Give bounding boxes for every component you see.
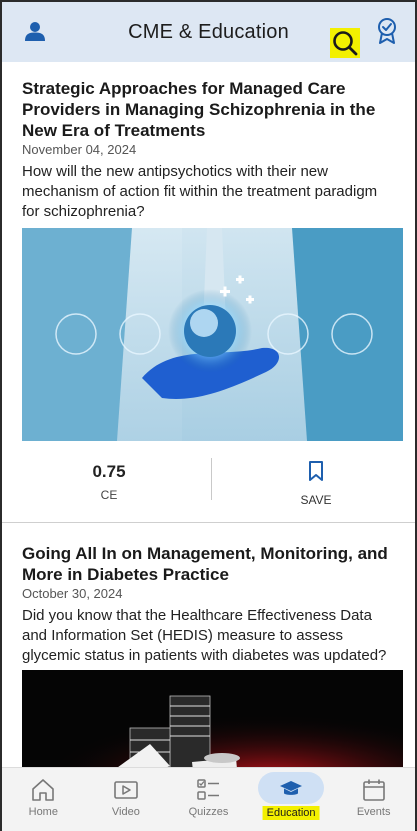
nav-label: Home [28, 806, 58, 818]
ce-credit-value: 0.75 [92, 462, 126, 481]
search-icon [333, 31, 358, 56]
article-image[interactable] [22, 228, 403, 441]
nav-item-quizzes[interactable]: Quizzes [168, 768, 248, 831]
article-description: Did you know that the Healthcare Effecti… [22, 607, 387, 664]
article-date: November 04, 2024 [22, 142, 137, 157]
calendar-icon [362, 779, 385, 801]
nav-label: Education [262, 806, 320, 820]
nav-label: Video [111, 806, 140, 818]
nav-item-home[interactable]: Home [3, 768, 83, 831]
article-card[interactable]: Going All In on Management, Monitoring, … [2, 543, 415, 666]
app-screen: CME & Education Strategic Approaches for… [0, 0, 417, 831]
article-title[interactable]: Strategic Approaches for Managed Care Pr… [22, 78, 395, 141]
education-cap-icon [280, 781, 303, 795]
ce-credit-label: CE [100, 488, 118, 502]
search-button[interactable] [330, 28, 360, 58]
nav-item-education[interactable]: Education [251, 768, 331, 831]
nav-label: Events [356, 806, 391, 818]
save-label: SAVE [300, 493, 332, 507]
article-separator [2, 522, 415, 523]
quizzes-icon [197, 779, 220, 800]
article-card[interactable]: Strategic Approaches for Managed Care Pr… [2, 78, 415, 222]
bottom-nav: Home Video Quizzes Education Events [2, 767, 415, 831]
nav-item-video[interactable]: Video [86, 768, 166, 831]
article-title[interactable]: Going All In on Management, Monitoring, … [22, 543, 395, 585]
app-header: CME & Education [2, 2, 415, 62]
page-title: CME & Education [128, 20, 289, 43]
article-description: How will the new antipsychotics with the… [22, 163, 378, 220]
nav-item-events[interactable]: Events [334, 768, 414, 831]
profile-icon[interactable] [20, 16, 50, 46]
home-icon [32, 779, 55, 801]
save-button[interactable]: SAVE [290, 460, 342, 510]
bookmark-icon [309, 461, 323, 481]
award-badge-icon[interactable] [372, 16, 402, 46]
nav-label: Quizzes [188, 806, 229, 818]
article-image[interactable] [22, 670, 403, 767]
stats-divider [211, 458, 212, 500]
article-date: October 30, 2024 [22, 586, 123, 601]
article-feed[interactable]: Strategic Approaches for Managed Care Pr… [2, 62, 415, 767]
article-stats: 0.75 CE SAVE [2, 444, 415, 520]
video-icon [114, 781, 138, 799]
